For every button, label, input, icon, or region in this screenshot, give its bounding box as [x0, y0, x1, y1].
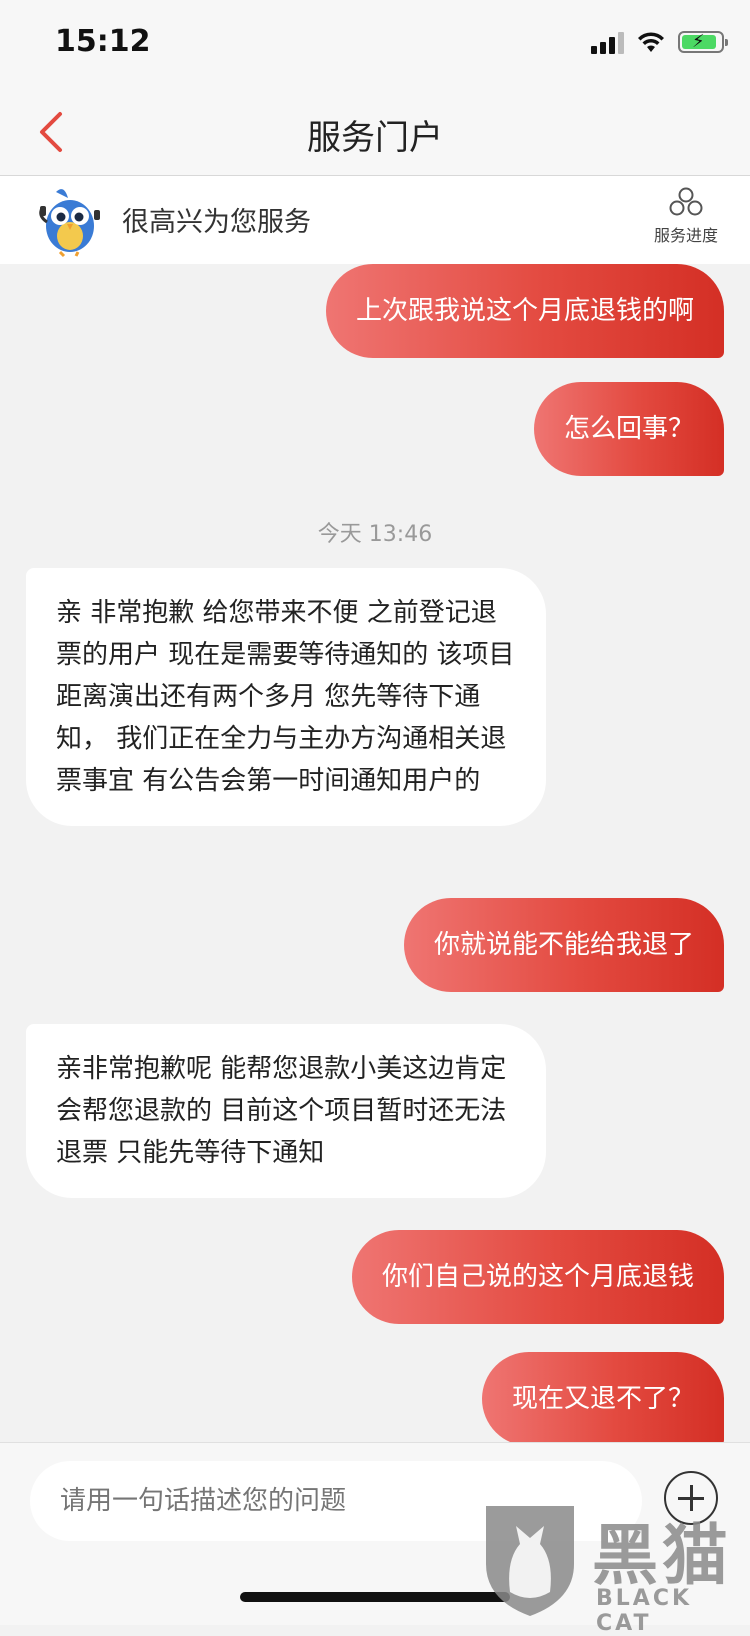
cellular-signal-icon	[591, 30, 624, 54]
chat-bubble-outgoing: 你们自己说的这个月底退钱	[351, 1230, 724, 1324]
watermark-chinese-text: 黑猫	[592, 1517, 732, 1594]
chat-bubble-outgoing: 现在又退不了？	[481, 1352, 724, 1446]
black-cat-watermark: 黑猫 BLACK CAT	[480, 1500, 750, 1636]
chat-bubble-outgoing: 上次跟我说这个月底退钱的啊	[325, 264, 724, 358]
service-progress-label: 服务进度	[653, 226, 718, 245]
chat-bubble-outgoing: 你就说能不能给我退了	[403, 898, 724, 992]
navigation-bar: 服务门户	[0, 90, 750, 176]
status-icons: ⚡	[591, 30, 728, 54]
service-greeting: 很高兴为您服务	[122, 207, 311, 238]
chat-bubble-incoming: 亲 非常抱歉 给您带来不便 之前登记退票的用户 现在是需要等待通知的 该项目距离…	[26, 568, 546, 826]
status-bar: 15:12 ⚡	[0, 0, 750, 90]
chat-bubble-incoming: 亲非常抱歉呢 能帮您退款小美这边肯定会帮您退款的 目前这个项目暂时还无法退票 只…	[26, 1024, 546, 1198]
battery-charging-icon: ⚡	[678, 31, 728, 53]
watermark-english-text: BLACK CAT	[596, 1586, 693, 1636]
service-progress-button[interactable]: 服务进度	[636, 186, 736, 246]
home-indicator[interactable]	[240, 1592, 510, 1602]
chat-bubble-outgoing: 怎么回事？	[533, 382, 724, 476]
service-header: 很高兴为您服务 服务进度	[0, 176, 750, 264]
progress-cluster-icon	[669, 187, 703, 216]
cat-shield-logo-icon	[486, 1506, 574, 1616]
wifi-icon	[638, 32, 664, 52]
chat-timestamp: 今天 13:46	[317, 522, 433, 547]
status-time: 15:12	[55, 24, 151, 59]
bird-mascot-avatar	[39, 189, 100, 258]
page-title: 服务门户	[307, 118, 443, 158]
